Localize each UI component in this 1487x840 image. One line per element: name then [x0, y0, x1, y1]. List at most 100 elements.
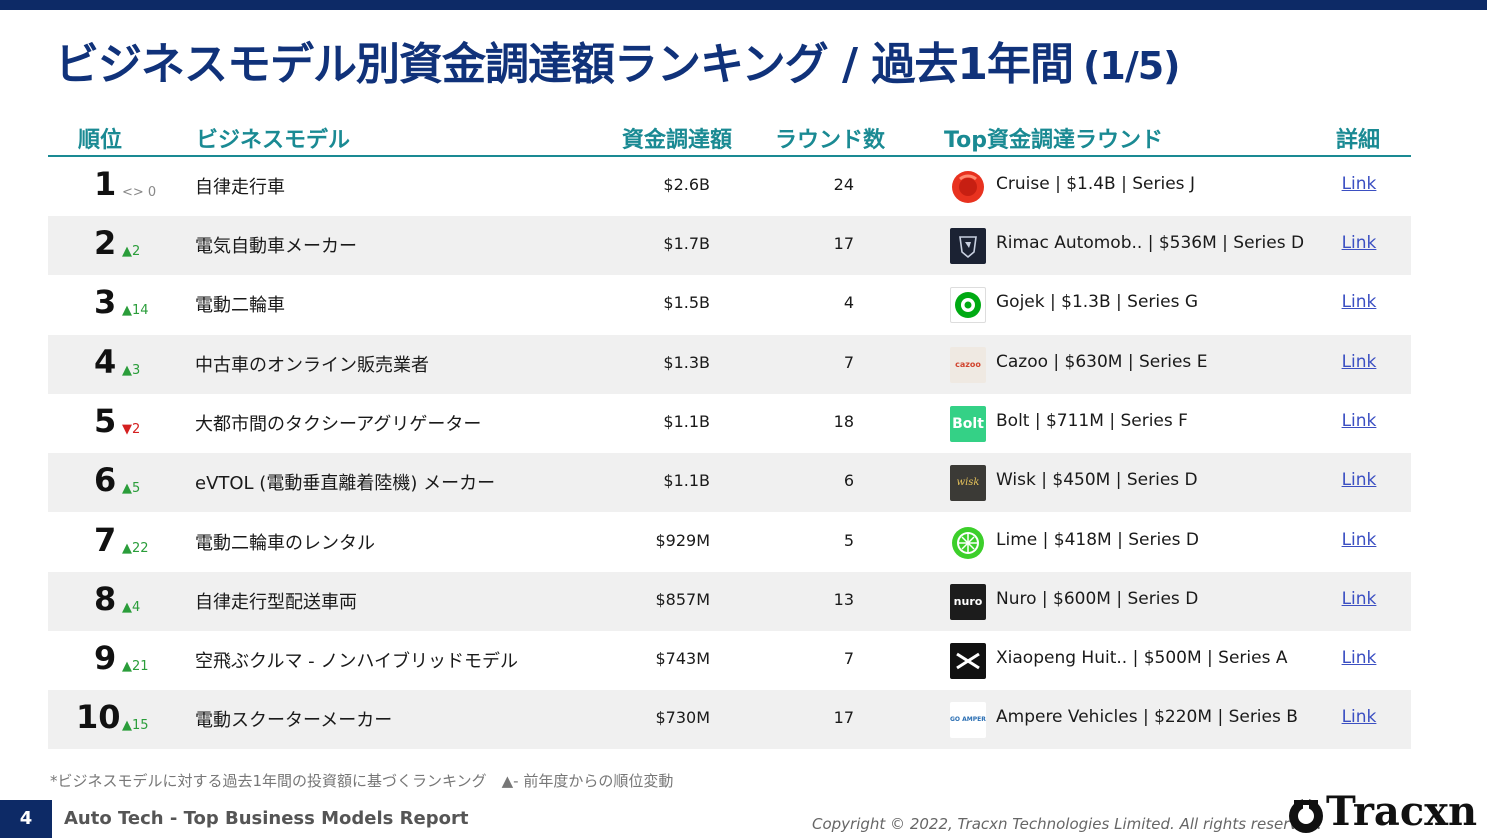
funding-amount: $743M: [655, 649, 710, 668]
rank-change: ▲22: [122, 541, 149, 556]
tracxn-logo: Tracxn: [1286, 788, 1486, 838]
header-rank: 順位: [78, 128, 123, 153]
rank-change: ▲3: [122, 363, 141, 378]
page-title-suffix: (1/5): [1083, 44, 1180, 88]
ampere-logo-text: GO AMPERE: [950, 716, 986, 723]
details-link[interactable]: Link: [1328, 470, 1390, 490]
business-model-name: 自律走行型配送車両: [195, 592, 357, 613]
business-model-name: 大都市間のタクシーアグリゲーター: [195, 414, 482, 435]
table-row: 4 ▲3 中古車のオンライン販売業者 $1.3B 7 cazoo Cazoo |…: [48, 335, 1411, 394]
details-link[interactable]: Link: [1328, 589, 1390, 609]
round-count: 13: [833, 590, 854, 609]
business-model-name: 電動二輪車: [195, 295, 285, 316]
business-model-name: 電動スクーターメーカー: [195, 710, 393, 731]
rank-change: ▲21: [122, 659, 149, 674]
table-row: 8 ▲4 自律走行型配送車両 $857M 13 nuro Nuro | $600…: [48, 572, 1411, 631]
table-row: 5 ▼2 大都市間のタクシーアグリゲーター $1.1B 18 Bolt Bolt…: [48, 394, 1411, 453]
top-round: Bolt | $711M | Series F: [996, 411, 1188, 431]
rank-number: 5: [94, 402, 117, 440]
table-row: 7 ▲22 電動二輪車のレンタル $929M 5 Lime | $418M | …: [48, 513, 1411, 572]
details-link[interactable]: Link: [1328, 648, 1390, 668]
rank-number: 1: [94, 165, 117, 203]
bolt-logo-text: Bolt: [952, 416, 984, 432]
rank-change: ▼2: [122, 422, 141, 437]
round-count: 24: [833, 175, 854, 194]
details-link[interactable]: Link: [1328, 707, 1390, 727]
top-round: Cruise | $1.4B | Series J: [996, 174, 1195, 194]
xpeng-logo: [950, 643, 986, 679]
rimac-logo: [950, 228, 986, 264]
business-model-name: 電気自動車メーカー: [195, 236, 357, 257]
funding-amount: $1.1B: [663, 412, 710, 431]
table-row: 10 ▲15 電動スクーターメーカー $730M 17 GO AMPERE Am…: [48, 690, 1411, 749]
gojek-logo: [950, 287, 986, 323]
business-model-name: 中古車のオンライン販売業者: [195, 355, 429, 376]
tracxn-mark-icon: [1289, 796, 1323, 833]
details-link[interactable]: Link: [1328, 352, 1390, 372]
round-count: 18: [833, 412, 854, 431]
top-round: Cazoo | $630M | Series E: [996, 352, 1208, 372]
footnote: *ビジネスモデルに対する過去1年間の投資額に基づくランキング ▲- 前年度からの…: [50, 772, 674, 790]
top-round: Gojek | $1.3B | Series G: [996, 292, 1199, 312]
bolt-logo: Bolt: [950, 406, 986, 442]
rank-number: 9: [94, 639, 117, 677]
header-amount: 資金調達額: [622, 128, 733, 153]
table-row: 1 <> 0 自律走行車 $2.6B 24 Cruise | $1.4B | S…: [48, 157, 1411, 216]
table-row: 3 ▲14 電動二輪車 $1.5B 4 Gojek | $1.3B | Seri…: [48, 275, 1411, 334]
funding-amount: $1.3B: [663, 353, 710, 372]
business-model-name: eVTOL (電動垂直離着陸機) メーカー: [195, 473, 496, 494]
top-round: Rimac Automob.. | $536M | Series D: [996, 233, 1305, 253]
round-count: 6: [843, 471, 854, 490]
details-link[interactable]: Link: [1328, 233, 1390, 253]
round-count: 5: [843, 531, 854, 550]
business-model-name: 電動二輪車のレンタル: [195, 533, 375, 554]
nuro-logo: nuro: [950, 584, 986, 620]
header-top-round: Top資金調達ラウンド: [944, 128, 1163, 153]
cruise-logo: [950, 169, 986, 205]
rank-change: ▲5: [122, 481, 141, 496]
details-link[interactable]: Link: [1328, 292, 1390, 312]
funding-amount: $857M: [655, 590, 710, 609]
details-link[interactable]: Link: [1328, 530, 1390, 550]
report-name: Auto Tech - Top Business Models Report: [64, 808, 469, 829]
rank-change: <> 0: [122, 185, 157, 200]
rank-number: 6: [94, 461, 117, 499]
top-round: Ampere Vehicles | $220M | Series B: [996, 707, 1298, 727]
funding-amount: $730M: [655, 708, 710, 727]
funding-amount: $1.1B: [663, 471, 710, 490]
page-number: 4: [0, 800, 52, 838]
rank-number: 4: [94, 343, 117, 381]
round-count: 4: [843, 293, 854, 312]
business-model-name: 空飛ぶクルマ - ノンハイブリッドモデル: [195, 651, 519, 672]
tracxn-wordmark: Tracxn: [1326, 788, 1478, 835]
table-row: 6 ▲5 eVTOL (電動垂直離着陸機) メーカー $1.1B 6 wisk …: [48, 453, 1411, 512]
ampere-logo: GO AMPERE: [950, 702, 986, 738]
rank-change: ▲2: [122, 244, 141, 259]
nuro-logo-text: nuro: [953, 595, 983, 608]
lime-logo: [950, 525, 986, 561]
rank-number: 10: [76, 698, 121, 736]
cazoo-logo-text: cazoo: [955, 360, 981, 369]
details-link[interactable]: Link: [1328, 411, 1390, 431]
top-round: Nuro | $600M | Series D: [996, 589, 1199, 609]
round-count: 7: [843, 649, 854, 668]
top-round: Xiaopeng Huit.. | $500M | Series A: [996, 648, 1288, 668]
wisk-logo-text: wisk: [956, 477, 980, 488]
round-count: 17: [833, 234, 854, 253]
rank-change: ▲15: [122, 718, 149, 733]
rank-change: ▲14: [122, 303, 149, 318]
page-title-main: ビジネスモデル別資金調達額ランキング / 過去1年間: [55, 39, 1074, 90]
top-round: Lime | $418M | Series D: [996, 530, 1199, 550]
header-details: 詳細: [1336, 128, 1381, 153]
wisk-logo: wisk: [950, 465, 986, 501]
round-count: 17: [833, 708, 854, 727]
funding-amount: $2.6B: [663, 175, 710, 194]
top-accent-bar: [0, 0, 1487, 10]
funding-amount: $1.5B: [663, 293, 710, 312]
details-link[interactable]: Link: [1328, 174, 1390, 194]
rank-change: ▲4: [122, 600, 141, 615]
funding-amount: $1.7B: [663, 234, 710, 253]
business-model-name: 自律走行車: [195, 177, 285, 198]
top-round: Wisk | $450M | Series D: [996, 470, 1198, 490]
rank-number: 2: [94, 224, 117, 262]
